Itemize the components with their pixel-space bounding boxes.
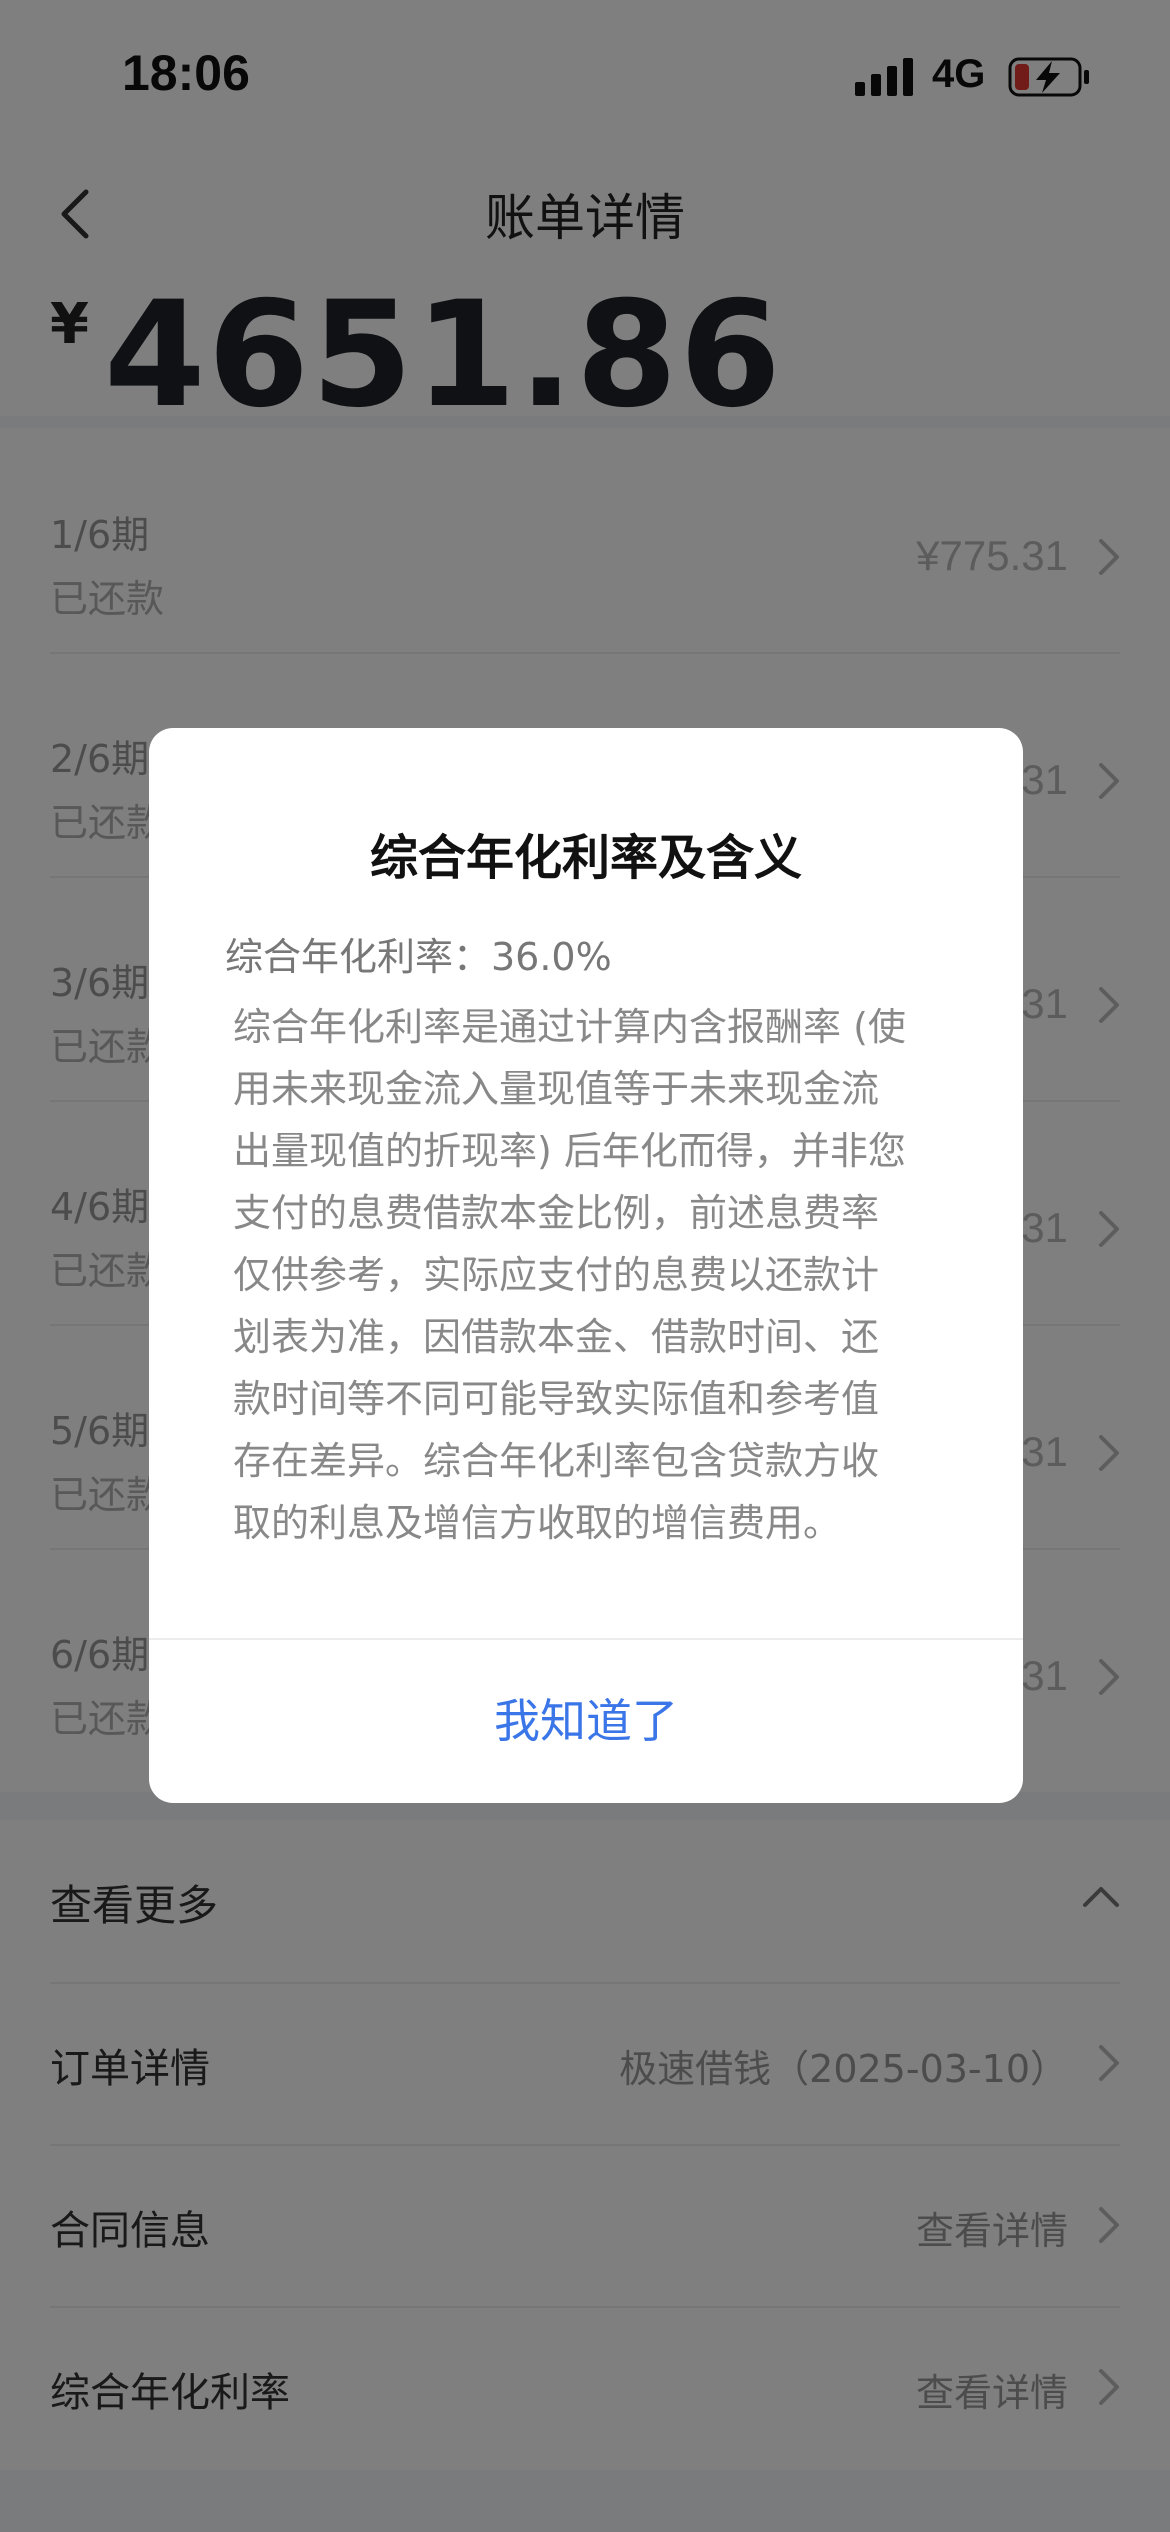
- dialog-body-line: 存在差异。综合年化利率包含贷款方收: [233, 1439, 880, 1483]
- confirm-button[interactable]: 我知道了: [149, 1640, 1023, 1803]
- dialog-title: 综合年化利率及含义: [369, 830, 802, 886]
- dialog-body-line: 支付的息费借款本金比例，前述息费率: [233, 1191, 880, 1235]
- dialog-body-line: 取的利息及增信方收取的增信费用。: [233, 1501, 842, 1545]
- dialog-body-line: 出量现值的折现率) 后年化而得，并非您: [233, 1129, 906, 1173]
- dialog-body: 综合年化利率是通过计算内含报酬率 (使 用未来现金流入量现值等于未来现金流 出量…: [233, 996, 953, 1554]
- rate-info-dialog: 综合年化利率及含义 综合年化利率：36.0% 综合年化利率是通过计算内含报酬率 …: [149, 728, 1023, 1803]
- dialog-body-line: 款时间等不同可能导致实际值和参考值: [233, 1377, 880, 1421]
- dialog-body-line: 仅供参考，实际应支付的息费以还款计: [233, 1253, 880, 1297]
- dialog-body-line: 划表为准，因借款本金、借款时间、还: [233, 1315, 880, 1359]
- dialog-body-line: 综合年化利率是通过计算内含报酬率 (使: [233, 1005, 906, 1049]
- annual-rate-value: 综合年化利率：36.0%: [225, 935, 612, 979]
- app-root: 18:06 4G 账单详情 ¥ 4651.86 1/6期 已还款 ¥775.: [0, 0, 1170, 2532]
- dialog-body-line: 用未来现金流入量现值等于未来现金流: [233, 1067, 880, 1111]
